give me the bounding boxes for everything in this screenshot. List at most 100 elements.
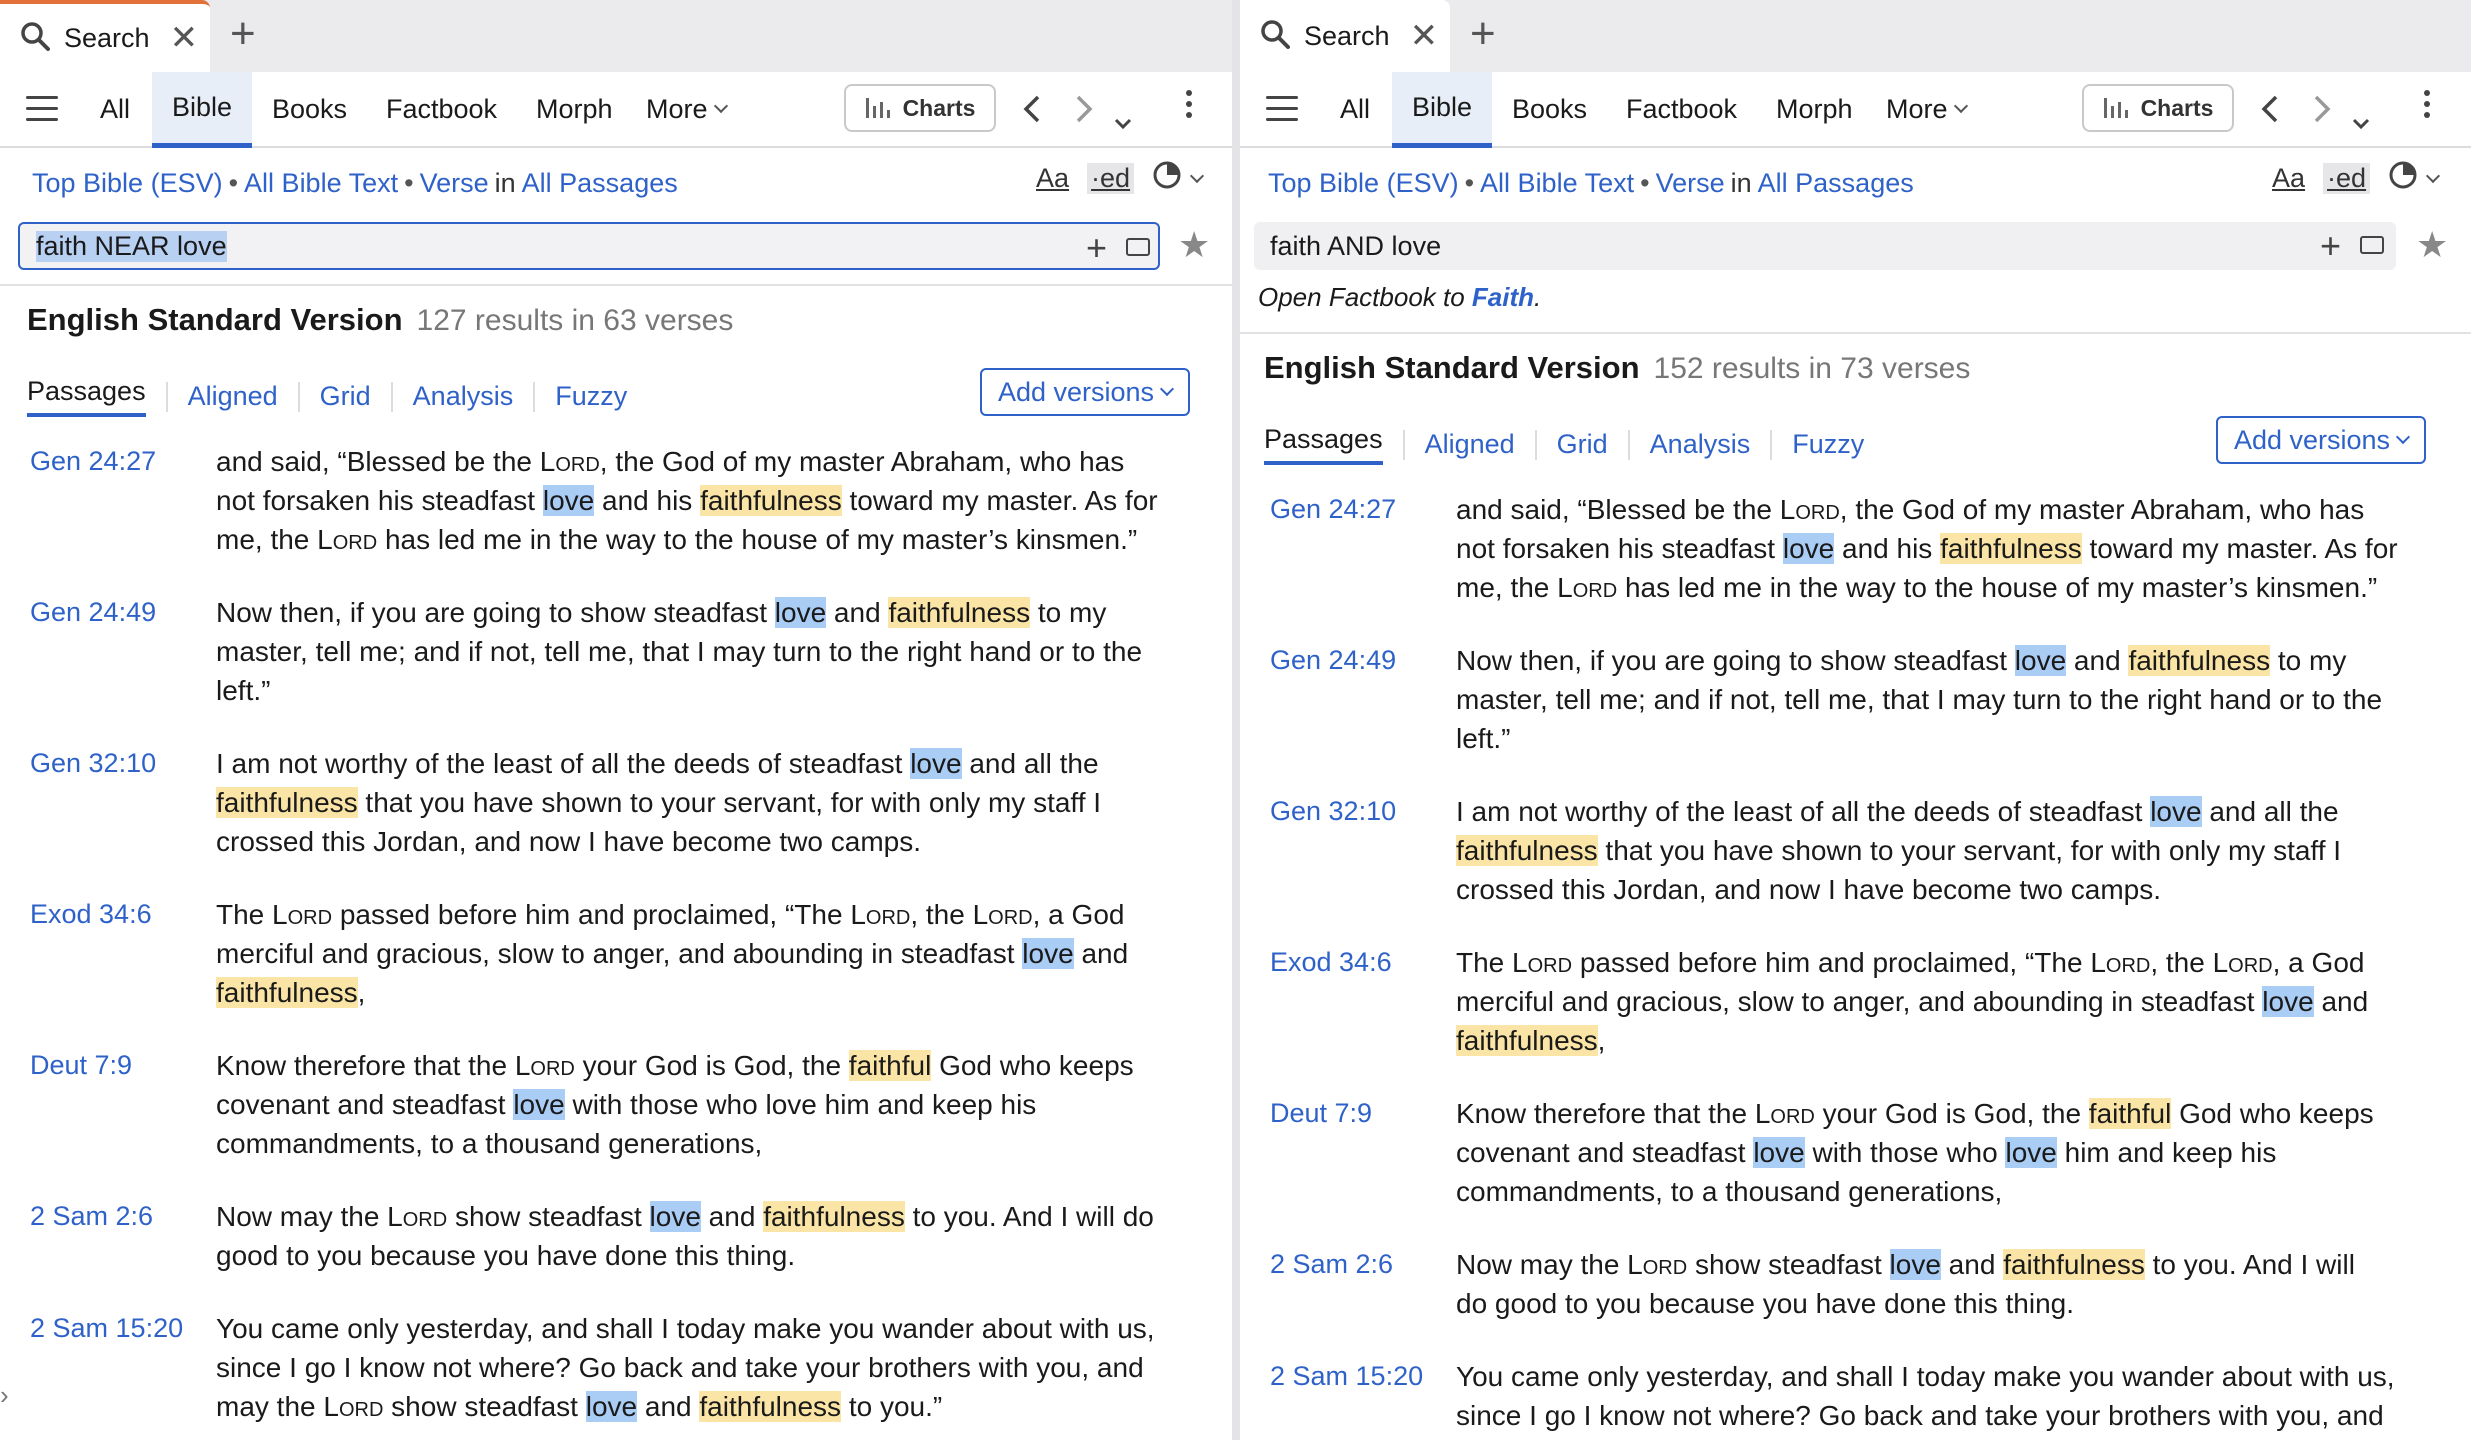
- tab-grid[interactable]: Grid: [320, 381, 371, 412]
- more-options-icon[interactable]: [1186, 90, 1192, 123]
- verse-line: Now then, if you are going to show stead…: [1456, 645, 2347, 676]
- tab-bible[interactable]: Bible: [1392, 72, 1493, 148]
- tab-all[interactable]: All: [1340, 72, 1370, 146]
- verse-line: and said, “Blessed be the Lord, the God …: [1456, 494, 2365, 525]
- tab-analysis[interactable]: Analysis: [413, 381, 514, 412]
- scope-unit-link[interactable]: Verse: [420, 168, 489, 198]
- verse-reference-link[interactable]: 2 Sam 15:20: [30, 1313, 183, 1344]
- verse-reference-link[interactable]: Gen 24:49: [30, 597, 156, 628]
- star-icon[interactable]: ★: [1178, 224, 1210, 266]
- hit-faith: faithfulness: [1456, 1025, 1598, 1056]
- menu-icon[interactable]: [1266, 96, 1298, 124]
- scope-unit-link[interactable]: Verse: [1656, 168, 1725, 198]
- verse-reference-link[interactable]: 2 Sam 2:6: [1270, 1249, 1393, 1280]
- add-versions-button[interactable]: Add versions: [2216, 416, 2426, 464]
- keyboard-icon[interactable]: [1126, 238, 1150, 256]
- tab-factbook[interactable]: Factbook: [1626, 72, 1737, 146]
- scope-passages-link[interactable]: All Passages: [522, 168, 678, 198]
- pane-divider[interactable]: [1232, 0, 1240, 1440]
- add-term-icon[interactable]: +: [2320, 228, 2341, 264]
- tab-books[interactable]: Books: [1512, 72, 1587, 146]
- back-arrow-icon[interactable]: [1022, 94, 1042, 128]
- verse-line: may the Lord show steadfast love and fai…: [216, 1391, 943, 1422]
- verse-text: I am not worthy of the least of all the …: [216, 744, 1101, 861]
- tab-aligned[interactable]: Aligned: [188, 381, 278, 412]
- divine-name: Lord: [972, 899, 1033, 930]
- more-options-icon[interactable]: [2424, 90, 2430, 123]
- verse-reference-link[interactable]: 2 Sam 2:6: [30, 1201, 153, 1232]
- verse-reference-link[interactable]: Deut 7:9: [30, 1050, 132, 1081]
- scope-range-link[interactable]: All Bible Text: [244, 168, 398, 198]
- tab-fuzzy[interactable]: Fuzzy: [555, 381, 627, 412]
- verse-reference-link[interactable]: Exod 34:6: [30, 899, 152, 930]
- scope-resource-link[interactable]: Top Bible (ESV): [32, 168, 223, 198]
- tab-more[interactable]: More: [646, 72, 728, 146]
- verse-reference-link[interactable]: Gen 32:10: [30, 748, 156, 779]
- history-dropdown-icon[interactable]: [2352, 104, 2370, 134]
- scope-range-link[interactable]: All Bible Text: [1480, 168, 1634, 198]
- tab-passages[interactable]: Passages: [27, 376, 146, 417]
- tab-search[interactable]: Search ✕: [0, 0, 210, 72]
- tab-analysis[interactable]: Analysis: [1650, 429, 1751, 460]
- add-versions-button[interactable]: Add versions: [980, 368, 1190, 416]
- tab-more[interactable]: More: [1886, 72, 1968, 146]
- tab-search[interactable]: Search ✕: [1240, 0, 1450, 72]
- visual-filter-icon[interactable]: [2388, 160, 2418, 197]
- verse-reference-link[interactable]: Deut 7:9: [1270, 1098, 1372, 1129]
- edition-icon[interactable]: ·ed: [2323, 163, 2371, 194]
- close-icon[interactable]: ✕: [1410, 19, 1439, 53]
- scope-resource-link[interactable]: Top Bible (ESV): [1268, 168, 1459, 198]
- search-input[interactable]: faith AND love +: [1254, 222, 2396, 270]
- new-tab-button[interactable]: +: [230, 12, 256, 56]
- charts-button[interactable]: Charts: [844, 84, 996, 132]
- verse-reference-link[interactable]: 2 Sam 15:20: [1270, 1361, 1423, 1392]
- charts-button[interactable]: Charts: [2082, 84, 2234, 132]
- keyboard-icon[interactable]: [2360, 236, 2384, 254]
- verse-line: merciful and gracious, slow to anger, an…: [1456, 986, 2369, 1017]
- verse-reference-link[interactable]: Gen 24:27: [1270, 494, 1396, 525]
- hit-faith: faithfulness: [2003, 1249, 2145, 1280]
- close-icon[interactable]: ✕: [170, 21, 199, 55]
- add-term-icon[interactable]: +: [1086, 230, 1107, 266]
- tab-aligned[interactable]: Aligned: [1425, 429, 1515, 460]
- menu-icon[interactable]: [26, 96, 58, 124]
- verse-reference-link[interactable]: Gen 32:10: [1270, 796, 1396, 827]
- star-icon[interactable]: ★: [2416, 224, 2448, 266]
- search-input[interactable]: faith NEAR love +: [18, 222, 1160, 270]
- tab-all[interactable]: All: [100, 72, 130, 146]
- tab-books[interactable]: Books: [272, 72, 347, 146]
- chevron-right-icon[interactable]: ›: [0, 1380, 9, 1411]
- back-arrow-icon[interactable]: [2260, 94, 2280, 128]
- font-size-icon[interactable]: Aa: [1036, 163, 1069, 194]
- font-size-icon[interactable]: Aa: [2272, 163, 2305, 194]
- tab-grid[interactable]: Grid: [1557, 429, 1608, 460]
- tab-fuzzy[interactable]: Fuzzy: [1792, 429, 1864, 460]
- tab-bar: Search ✕ +: [0, 0, 1232, 72]
- history-dropdown-icon[interactable]: [1114, 104, 1132, 134]
- scope-passages-link[interactable]: All Passages: [1758, 168, 1914, 198]
- forward-arrow-icon[interactable]: [1074, 94, 1094, 128]
- verse-line: do good to you because you have done thi…: [1456, 1288, 2075, 1319]
- verse-reference-link[interactable]: Gen 24:27: [30, 446, 156, 477]
- tab-factbook[interactable]: Factbook: [386, 72, 497, 146]
- visual-filter-icon[interactable]: [1152, 160, 1182, 197]
- tab-morph[interactable]: Morph: [1776, 72, 1853, 146]
- tab-morph[interactable]: Morph: [536, 72, 613, 146]
- factbook-link[interactable]: Faith: [1472, 282, 1534, 312]
- result-count: 127 results in 63 verses: [416, 304, 734, 337]
- chevron-down-icon: [2395, 429, 2411, 445]
- tab-passages[interactable]: Passages: [1264, 424, 1383, 465]
- verse-reference-link[interactable]: Exod 34:6: [1270, 947, 1392, 978]
- chevron-down-icon: [1159, 381, 1175, 397]
- tab-bible[interactable]: Bible: [152, 72, 253, 148]
- display-options: Aa ·ed: [2272, 160, 2441, 197]
- bar-chart-icon: [865, 98, 890, 118]
- chevron-down-icon[interactable]: [1189, 168, 1205, 183]
- verse-line: The Lord passed before him and proclaime…: [216, 899, 1125, 930]
- forward-arrow-icon[interactable]: [2312, 94, 2332, 128]
- hit-love: love: [2005, 1137, 2057, 1168]
- chevron-down-icon[interactable]: [2425, 168, 2441, 183]
- verse-reference-link[interactable]: Gen 24:49: [1270, 645, 1396, 676]
- new-tab-button[interactable]: +: [1470, 12, 1496, 56]
- edition-icon[interactable]: ·ed: [1087, 163, 1135, 194]
